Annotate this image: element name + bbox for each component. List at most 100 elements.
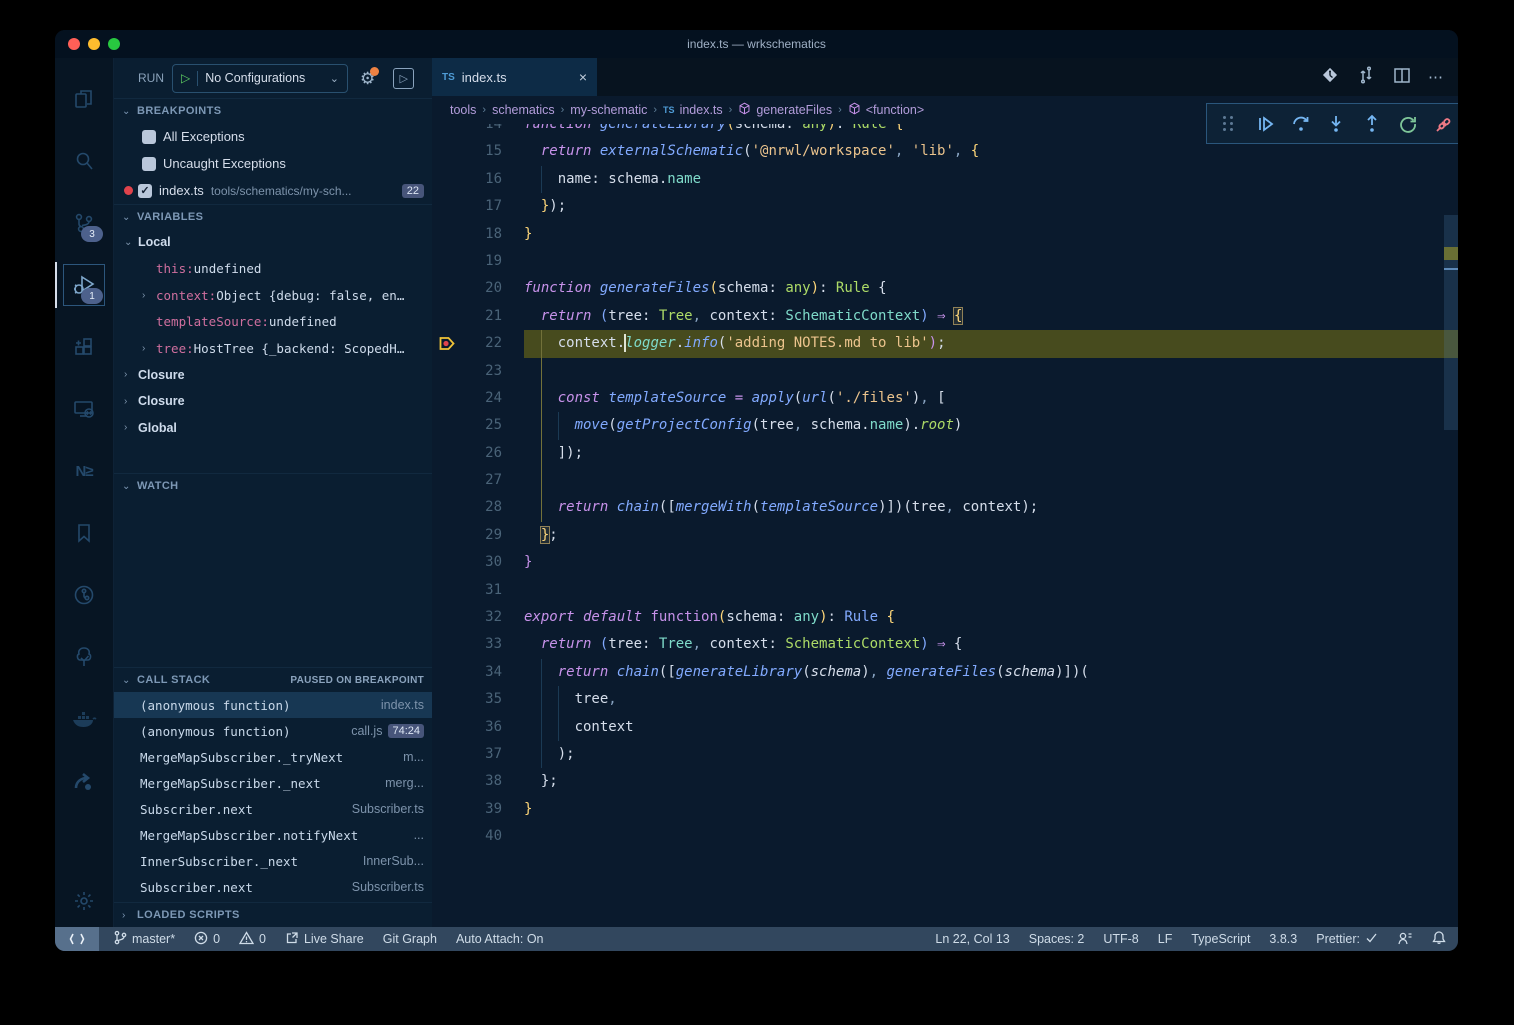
status-item-live-share[interactable]: Live Share [285, 931, 364, 948]
code-line[interactable]: 30} [432, 549, 1458, 576]
breadcrumb-item[interactable]: generateFiles [738, 102, 832, 118]
nx-console-icon[interactable]: N≥ [55, 440, 113, 502]
breakpoints-section-header[interactable]: ⌄ BREAKPOINTS [114, 98, 432, 123]
step-into-icon[interactable] [1323, 111, 1349, 137]
code-line[interactable]: 22 context.logger.info('adding NOTES.md … [432, 330, 1458, 357]
extensions-icon[interactable] [55, 316, 113, 378]
code-line[interactable]: 26 ]); [432, 440, 1458, 467]
code-line[interactable]: 39} [432, 796, 1458, 823]
docker-icon[interactable] [55, 688, 113, 750]
configuration-dropdown[interactable]: ▷ No Configurations ⌄ [172, 64, 348, 93]
code-line[interactable]: 32export default function(schema: any): … [432, 604, 1458, 631]
code-line[interactable]: 27 [432, 467, 1458, 494]
breakpoint-row[interactable]: ✓index.tstools/schematics/my-sch...22 [114, 177, 432, 204]
status-item-master[interactable]: master* [113, 930, 175, 948]
call-stack-frame[interactable]: (anonymous function)call.js74:24 [114, 718, 432, 744]
breakpoint-row[interactable]: Uncaught Exceptions [114, 150, 432, 177]
variable-row[interactable]: this: undefined [114, 256, 432, 283]
code-line[interactable]: 33 return (tree: Tree, context: Schemati… [432, 631, 1458, 658]
status-item-ln-22-col-13[interactable]: Ln 22, Col 13 [935, 932, 1009, 946]
more-actions-icon[interactable]: ⋯ [1428, 68, 1444, 86]
code-line[interactable]: 40 [432, 823, 1458, 850]
status-item-lf[interactable]: LF [1158, 932, 1173, 946]
code-line[interactable]: 16 name: schema.name [432, 166, 1458, 193]
watch-section-header[interactable]: ⌄ WATCH [114, 473, 432, 498]
call-stack-frame[interactable]: MergeMapSubscriber.notifyNext... [114, 822, 432, 848]
code-line[interactable]: 23 [432, 358, 1458, 385]
variable-row[interactable]: templateSource: undefined [114, 309, 432, 336]
todo-tree-icon[interactable] [55, 626, 113, 688]
status-item-spaces-2[interactable]: Spaces: 2 [1029, 932, 1085, 946]
call-stack-frame[interactable]: MergeMapSubscriber._tryNextm... [114, 744, 432, 770]
code-line[interactable]: 20function generateFiles(schema: any): R… [432, 275, 1458, 302]
status-item-0[interactable]: 0 [194, 931, 220, 948]
variable-row[interactable]: ⌄Local [114, 229, 432, 256]
breadcrumb-item[interactable]: <function> [848, 102, 924, 118]
code-line[interactable]: 24 const templateSource = apply(url('./f… [432, 385, 1458, 412]
run-and-debug-icon[interactable]: 1 [55, 254, 113, 316]
breadcrumb-item[interactable]: schematics [492, 103, 555, 117]
split-editor-icon[interactable] [1392, 65, 1412, 90]
code-line[interactable]: 31 [432, 577, 1458, 604]
open-changes-icon[interactable] [1320, 65, 1340, 90]
drag-handle-icon[interactable] [1216, 111, 1242, 137]
code-line[interactable]: 25 move(getProjectConfig(tree, schema.na… [432, 412, 1458, 439]
status-item-utf-8[interactable]: UTF-8 [1103, 932, 1138, 946]
remote-explorer-icon[interactable] [55, 378, 113, 440]
breakpoint-checkbox[interactable] [142, 157, 156, 171]
code-line[interactable]: 38 }; [432, 768, 1458, 795]
bookmarks-icon[interactable] [55, 502, 113, 564]
editor-scrollbar[interactable] [1444, 124, 1458, 927]
breakpoint-checkbox[interactable] [142, 130, 156, 144]
code-line[interactable]: 35 tree, [432, 686, 1458, 713]
status-item-typescript[interactable]: TypeScript [1191, 932, 1250, 946]
debug-current-line-arrow-icon[interactable] [432, 330, 462, 357]
variables-section-header[interactable]: ⌄ VARIABLES [114, 204, 432, 229]
breadcrumb-item[interactable]: my-schematic [570, 103, 647, 117]
breadcrumb-item[interactable]: TSindex.ts [663, 103, 723, 117]
breadcrumb-item[interactable]: tools [450, 103, 476, 117]
call-stack-frame[interactable]: Subscriber.nextSubscriber.ts [114, 874, 432, 900]
code-line[interactable]: 36 context [432, 714, 1458, 741]
step-out-icon[interactable] [1359, 111, 1385, 137]
status-item[interactable] [1432, 930, 1446, 948]
code-line[interactable]: 21 return (tree: Tree, context: Schemati… [432, 303, 1458, 330]
status-item[interactable] [1397, 931, 1413, 948]
call-stack-frame[interactable]: Subscriber.nextSubscriber.ts [114, 796, 432, 822]
code-line[interactable]: 29 }; [432, 522, 1458, 549]
call-stack-section-header[interactable]: ⌄ CALL STACK PAUSED ON BREAKPOINT [114, 667, 432, 692]
breakpoint-row[interactable]: All Exceptions [114, 123, 432, 150]
restart-icon[interactable] [1395, 111, 1421, 137]
loaded-scripts-section-header[interactable]: › LOADED SCRIPTS [114, 902, 432, 927]
compare-changes-icon[interactable] [1356, 65, 1376, 90]
status-item-3-8-3[interactable]: 3.8.3 [1269, 932, 1297, 946]
code-line[interactable]: 28 return chain([mergeWith(templateSourc… [432, 494, 1458, 521]
git-history-icon[interactable] [55, 564, 113, 626]
call-stack-frame[interactable]: MergeMapSubscriber._nextmerg... [114, 770, 432, 796]
status-item-git-graph[interactable]: Git Graph [383, 932, 437, 946]
start-debugging-icon[interactable]: ▷ [181, 71, 190, 85]
share-icon[interactable] [55, 750, 113, 812]
code-line[interactable]: 34 return chain([generateLibrary(schema)… [432, 659, 1458, 686]
variable-row[interactable]: ›tree: HostTree {_backend: ScopedH… [114, 335, 432, 362]
call-stack-frame[interactable]: InnerSubscriber._nextInnerSub... [114, 848, 432, 874]
variable-row[interactable]: ›Global [114, 415, 432, 442]
explorer-icon[interactable] [55, 68, 113, 130]
call-stack-frame[interactable]: (anonymous function)index.ts [114, 692, 432, 718]
settings-gear-icon[interactable] [55, 875, 113, 927]
tab-index-ts[interactable]: TS index.ts × [432, 58, 597, 96]
status-item-prettier[interactable]: Prettier: [1316, 932, 1378, 947]
status-item-0[interactable]: 0 [239, 931, 266, 948]
code-line[interactable]: 37 ); [432, 741, 1458, 768]
code-line[interactable]: 19 [432, 248, 1458, 275]
variable-row[interactable]: ›context: Object {debug: false, en… [114, 282, 432, 309]
status-item-auto-attach-on[interactable]: Auto Attach: On [456, 932, 544, 946]
variable-row[interactable]: ›Closure [114, 388, 432, 415]
source-control-icon[interactable]: 3 [55, 192, 113, 254]
search-icon[interactable] [55, 130, 113, 192]
code-line[interactable]: 18} [432, 221, 1458, 248]
breakpoint-checkbox[interactable]: ✓ [138, 184, 152, 198]
debug-console-icon[interactable]: ▷ [393, 68, 414, 89]
variable-row[interactable]: ›Closure [114, 362, 432, 389]
close-tab-icon[interactable]: × [579, 69, 587, 85]
